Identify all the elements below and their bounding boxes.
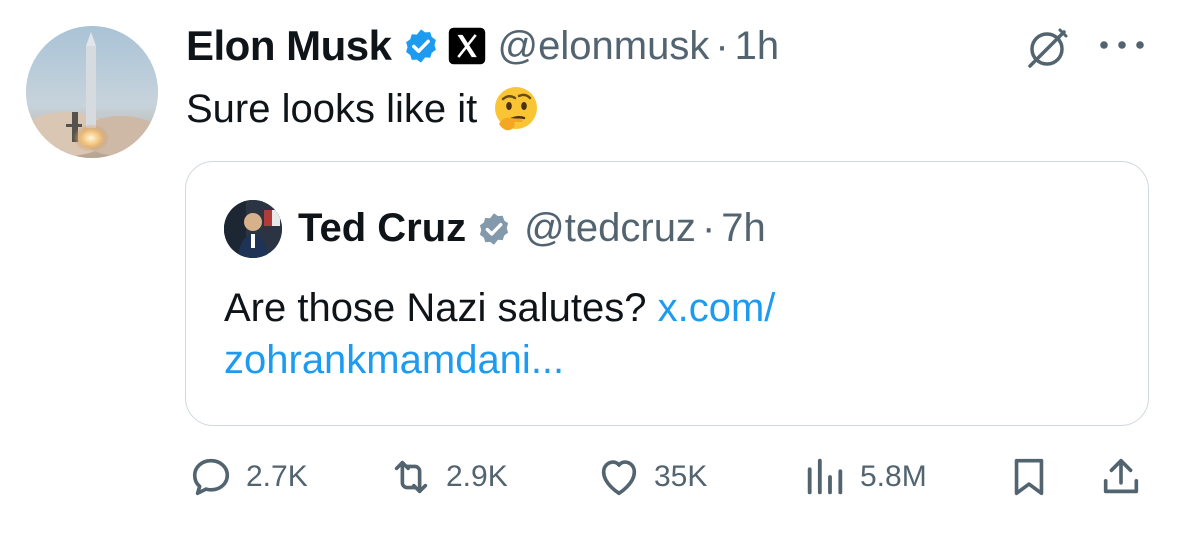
quoted-link-part2[interactable]: zohrankmamdani... [224, 338, 564, 382]
tweet-text: Sure looks like it [186, 84, 541, 134]
bookmark-icon [1014, 458, 1044, 496]
views-button[interactable]: 5.8M [802, 454, 927, 500]
like-button[interactable]: 35K [596, 454, 707, 500]
reply-count: 2.7K [246, 460, 308, 493]
repost-count: 2.9K [446, 460, 508, 493]
repost-icon [394, 460, 428, 494]
action-bar: 2.7K 2.9K 35K 5.8M [0, 450, 1179, 506]
reply-icon [192, 458, 230, 496]
tweet-text-content: Sure looks like it [186, 86, 478, 131]
separator-dot: · [701, 206, 716, 250]
reply-button[interactable]: 2.7K [188, 454, 308, 500]
thinking-face-emoji-icon [495, 87, 538, 131]
quoted-tweet-time[interactable]: 7h [721, 206, 766, 251]
quoted-author-handle[interactable]: @tedcruz [524, 206, 696, 251]
quoted-tweet-header: Ted Cruz @tedcruz · 7h [298, 206, 766, 251]
views-count: 5.8M [860, 460, 927, 493]
tweet-time[interactable]: 1h [735, 24, 780, 69]
more-options-icon[interactable] [1094, 30, 1150, 60]
repost-button[interactable]: 2.9K [388, 454, 508, 500]
share-button[interactable] [1098, 454, 1144, 500]
bookmark-button[interactable] [1006, 454, 1052, 500]
views-chart-icon [807, 458, 843, 495]
quoted-author-name[interactable]: Ted Cruz [298, 206, 466, 251]
quoted-author-avatar[interactable] [224, 200, 282, 258]
like-count: 35K [654, 460, 708, 493]
verified-badge-icon[interactable] [402, 27, 440, 65]
author-handle[interactable]: @elonmusk [498, 24, 710, 69]
tweet-header: Elon Musk @elonmusk · 1h [186, 22, 779, 70]
quoted-tweet-text: Are those Nazi salutes? x.com/ zohrankma… [224, 282, 1124, 386]
author-avatar[interactable] [26, 26, 158, 158]
author-name[interactable]: Elon Musk [186, 22, 392, 70]
quoted-link-part1[interactable]: x.com/ [658, 286, 776, 330]
share-icon [1103, 458, 1139, 494]
verified-badge-icon[interactable] [476, 211, 512, 247]
separator-dot: · [715, 23, 729, 68]
quoted-text-content: Are those Nazi salutes? [224, 286, 647, 330]
quoted-tweet-card[interactable]: Ted Cruz @tedcruz · 7h Are those Nazi sa… [185, 161, 1149, 426]
grok-icon[interactable] [1022, 24, 1072, 74]
heart-icon [601, 460, 637, 496]
x-affiliation-icon[interactable] [448, 27, 486, 65]
